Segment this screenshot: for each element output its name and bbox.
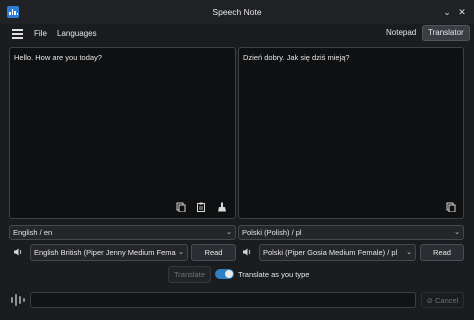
cancel-label: Cancel [435,296,459,305]
translated-text-area[interactable]: Dzień dobry. Jak się dziś mieją? [238,47,464,219]
hamburger-menu-icon[interactable] [12,28,23,39]
clear-brush-icon[interactable] [217,202,227,212]
source-text: Hello. How are you today? [14,53,102,62]
copy-translation-icon[interactable] [446,202,456,212]
close-icon[interactable]: ✕ [455,5,469,19]
menu-file[interactable]: File [34,29,47,38]
microphone-waveform-icon[interactable] [10,293,26,307]
cancel-icon: ⊘ [426,296,433,305]
translate-as-you-type-toggle[interactable] [215,269,234,279]
translated-text: Dzień dobry. Jak się dziś mieją? [243,53,350,62]
translate-as-you-type-label: Translate as you type [238,270,310,279]
clipboard-icon[interactable] [196,202,206,212]
title-bar: Speech Note ⌄ ✕ [0,0,474,24]
chevron-down-icon: ⌄ [176,245,184,260]
tab-translator[interactable]: Translator [422,25,470,41]
source-voice-value: English British (Piper Jenny Medium Fema… [34,248,182,257]
source-voice-select[interactable]: English British (Piper Jenny Medium Fema… [30,244,188,261]
source-read-button[interactable]: Read [191,244,236,261]
window-title: Speech Note [212,7,262,17]
chevron-down-icon: ⌄ [226,229,232,236]
tab-notepad[interactable]: Notepad [381,25,421,41]
target-read-button[interactable]: Read [420,244,464,261]
copy-icon[interactable] [176,202,186,212]
chevron-down-icon: ⌄ [454,229,460,236]
cancel-button[interactable]: ⊘ Cancel [421,292,464,308]
speaker-icon [243,248,251,256]
source-text-area[interactable]: Hello. How are you today? [9,47,236,219]
target-voice-select[interactable]: Polski (Piper Gosia Medium Female) / pl … [259,244,416,261]
menu-languages[interactable]: Languages [57,29,97,38]
chevron-down-icon: ⌄ [404,245,412,260]
speaker-icon [14,248,22,256]
minimize-chevron-icon[interactable]: ⌄ [440,5,454,19]
speech-input-bar[interactable] [30,292,416,308]
toolbar: File Languages Notepad Translator [0,24,474,44]
source-language-value: English / en [13,228,53,237]
target-language-select[interactable]: Polski (Polish) / pl ⌄ [238,225,464,240]
target-language-value: Polski (Polish) / pl [242,228,302,237]
source-language-select[interactable]: English / en ⌄ [9,225,236,240]
translate-button[interactable]: Translate [168,266,211,283]
target-voice-value: Polski (Piper Gosia Medium Female) / pl [263,248,398,257]
